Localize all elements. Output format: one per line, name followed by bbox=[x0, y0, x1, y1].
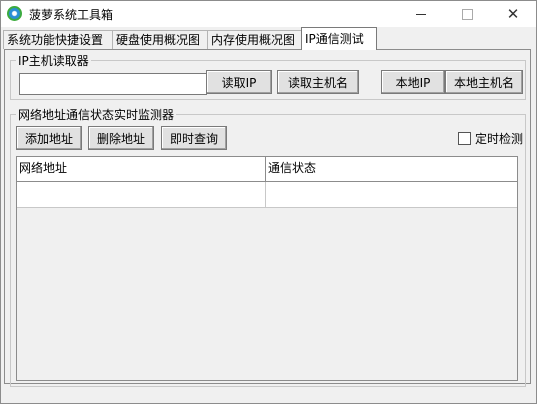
column-header-address[interactable]: 网络地址 bbox=[17, 157, 266, 181]
address-status-grid[interactable]: 网络地址 通信状态 bbox=[16, 156, 518, 381]
title-bar[interactable]: 菠萝系统工具箱 ✕ bbox=[1, 1, 536, 27]
status-cell[interactable] bbox=[266, 182, 516, 207]
read-ip-button[interactable]: 读取IP bbox=[206, 70, 272, 94]
tab-disk-usage[interactable]: 硬盘使用概况图 bbox=[112, 30, 211, 49]
column-header-status[interactable]: 通信状态 bbox=[266, 157, 516, 181]
tab-memory-usage[interactable]: 内存使用概况图 bbox=[207, 30, 306, 49]
monitor-group: 网络地址通信状态实时监测器 添加地址 删除地址 即时查询 定时检测 网络地址 通… bbox=[10, 106, 526, 387]
tab-system-shortcuts[interactable]: 系统功能快捷设置 bbox=[3, 30, 114, 49]
window-title: 菠萝系统工具箱 bbox=[29, 8, 114, 22]
minimize-icon bbox=[416, 13, 426, 15]
address-cell[interactable] bbox=[17, 182, 266, 207]
main-window: 菠萝系统工具箱 ✕ 系统功能快捷设置 硬盘使用概况图 内存使用概况图 IP通信测… bbox=[0, 0, 537, 404]
read-hostname-button[interactable]: 读取主机名 bbox=[277, 70, 359, 94]
ip-host-input[interactable] bbox=[19, 73, 207, 95]
local-hostname-button[interactable]: 本地主机名 bbox=[445, 70, 523, 94]
monitor-title: 网络地址通信状态实时监测器 bbox=[16, 106, 177, 123]
add-address-button[interactable]: 添加地址 bbox=[16, 126, 82, 150]
timer-checkbox[interactable] bbox=[458, 132, 471, 145]
table-row[interactable] bbox=[17, 182, 517, 208]
tab-ip-test[interactable]: IP通信测试 bbox=[301, 27, 377, 50]
timer-check-toggle[interactable]: 定时检测 bbox=[458, 130, 523, 147]
app-icon bbox=[7, 6, 22, 21]
maximize-button[interactable] bbox=[444, 1, 490, 27]
local-ip-button[interactable]: 本地IP bbox=[381, 70, 445, 94]
minimize-button[interactable] bbox=[398, 1, 444, 27]
ip-reader-group: IP主机读取器 读取IP 读取主机名 本地IP 本地主机名 bbox=[10, 52, 526, 100]
query-now-button[interactable]: 即时查询 bbox=[161, 126, 227, 150]
maximize-icon bbox=[461, 8, 473, 20]
ip-reader-title: IP主机读取器 bbox=[16, 52, 91, 69]
close-icon: ✕ bbox=[506, 4, 520, 23]
grid-header: 网络地址 通信状态 bbox=[17, 157, 517, 182]
ip-test-panel: IP主机读取器 读取IP 读取主机名 本地IP 本地主机名 网络地址通信状态实时… bbox=[4, 49, 531, 387]
timer-check-label: 定时检测 bbox=[475, 132, 524, 146]
delete-address-button[interactable]: 删除地址 bbox=[88, 126, 154, 150]
close-button[interactable]: ✕ bbox=[490, 1, 536, 27]
